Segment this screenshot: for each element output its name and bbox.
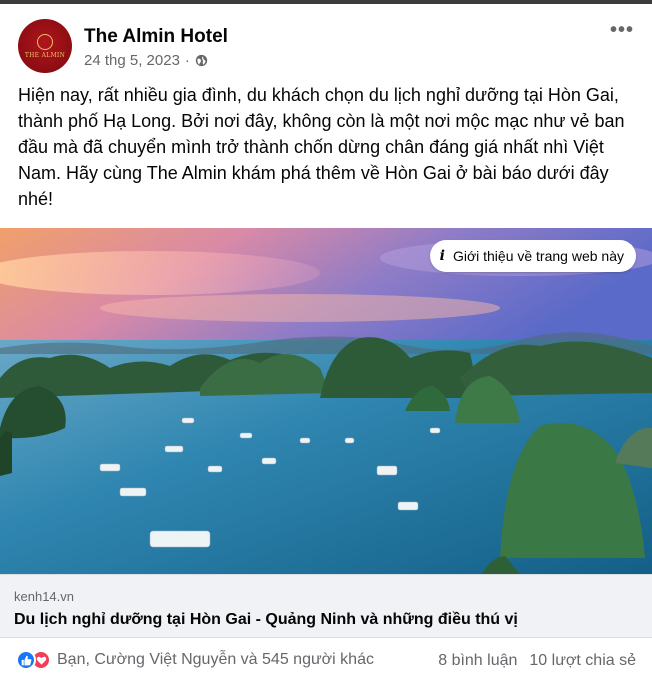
engagement-counts: 8 bình luận 10 lượt chia sẻ — [438, 652, 636, 670]
globe-icon[interactable] — [195, 54, 208, 67]
reactions-summary[interactable]: Bạn, Cường Việt Nguyễn và 545 người khác — [16, 650, 374, 670]
link-domain: kenh14.vn — [14, 589, 74, 604]
reactions-text[interactable]: Bạn, Cường Việt Nguyễn và 545 người khác — [57, 651, 374, 669]
hotel-crest-icon — [37, 33, 53, 50]
page-avatar[interactable]: THE ALMIN — [18, 19, 72, 73]
facebook-post-card: THE ALMIN The Almin Hotel 24 thg 5, 2023… — [0, 4, 652, 678]
like-icon — [16, 650, 36, 670]
shares-count[interactable]: 10 lượt chia sẻ — [529, 652, 636, 670]
comments-count[interactable]: 8 bình luận — [438, 652, 517, 670]
more-options-icon[interactable]: ••• — [610, 19, 634, 42]
meta-separator: · — [184, 52, 190, 69]
link-preview[interactable]: kenh14.vn Du lịch nghỉ dưỡng tại Hòn Gai… — [0, 574, 652, 638]
avatar-logo-text: THE ALMIN — [24, 51, 66, 59]
link-title[interactable]: Du lịch nghỉ dưỡng tại Hòn Gai - Quảng N… — [14, 611, 518, 629]
post-image[interactable]: i Giới thiệu về trang web này — [0, 228, 652, 574]
page-name-link[interactable]: The Almin Hotel — [84, 26, 228, 48]
post-body-text: Hiện nay, rất nhiều gia đình, du khách c… — [18, 85, 625, 209]
post-date-link[interactable]: 24 thg 5, 2023 — [84, 52, 180, 69]
about-website-button[interactable]: i Giới thiệu về trang web này — [429, 240, 636, 272]
about-website-label: Giới thiệu về trang web này — [452, 248, 624, 264]
post-meta: 24 thg 5, 2023 · — [84, 52, 208, 69]
post-footer: Bạn, Cường Việt Nguyễn và 545 người khác… — [0, 640, 652, 678]
ha-long-bay-photo — [0, 228, 652, 574]
info-icon: i — [439, 248, 445, 264]
post-header: THE ALMIN The Almin Hotel 24 thg 5, 2023… — [18, 19, 638, 75]
